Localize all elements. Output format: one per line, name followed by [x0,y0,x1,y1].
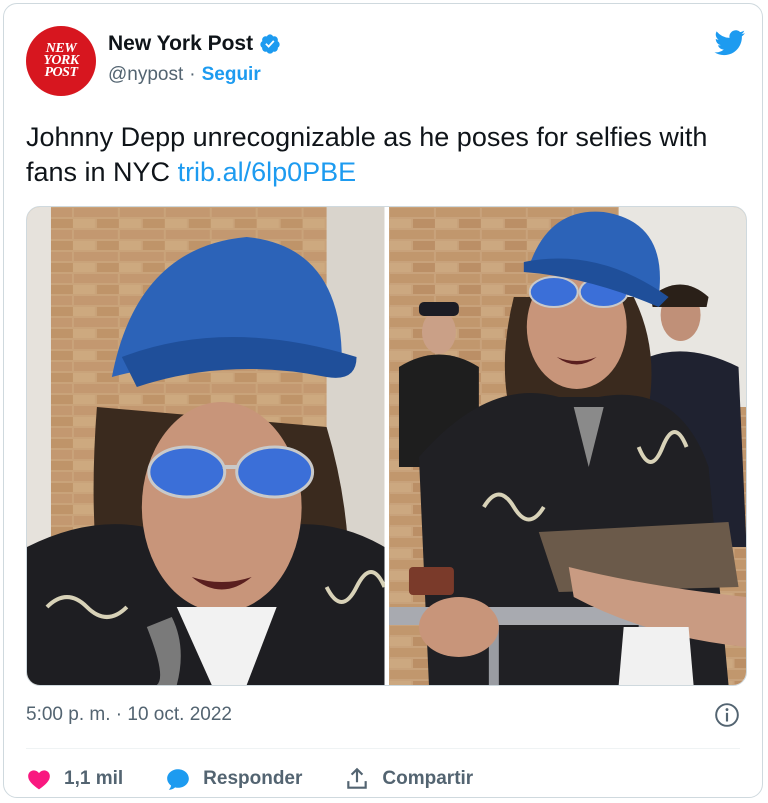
tweet-text: Johnny Depp unrecognizable as he poses f… [26,120,746,190]
reply-bubble-icon [167,769,189,790]
share-button[interactable]: Compartir [344,766,473,792]
share-label: Compartir [382,768,474,789]
divider [26,748,740,749]
tweet-body: Johnny Depp unrecognizable as he poses f… [26,122,708,187]
avatar-text-line: POST [44,65,79,80]
verified-badge-icon [260,34,280,54]
twitter-bird-icon[interactable] [714,30,746,56]
account-name-row: New York Post [108,32,281,56]
heart-icon [28,770,50,790]
media-grid [26,206,747,686]
photo-1[interactable] [27,207,385,685]
photo-2[interactable] [388,207,746,685]
tweet-card: NEW YORK POST New York Post @nypost · Se… [3,3,763,798]
avatar[interactable]: NEW YORK POST [26,26,96,96]
follow-button[interactable]: Seguir [202,64,261,86]
separator-dot: · [189,64,196,85]
handle-row: @nypost · Seguir [108,64,261,86]
like-count: 1,1 mil [64,768,124,789]
account-handle[interactable]: @nypost [108,64,183,86]
like-button[interactable]: 1,1 mil [26,766,123,792]
photo-2-image [388,207,746,685]
reply-button[interactable]: Responder [165,766,302,792]
action-bar: 1,1 mil Responder Compartir [26,764,473,794]
reply-label: Responder [203,768,303,789]
tweet-link[interactable]: trib.al/6lp0PBE [178,157,357,187]
account-name[interactable]: New York Post [108,32,253,56]
photo-1-image [27,207,385,685]
share-upload-icon [347,767,368,789]
tweet-header: NEW YORK POST New York Post @nypost · Se… [26,26,746,98]
tweet-timestamp[interactable]: 5:00 p. m. · 10 oct. 2022 [26,704,232,726]
info-icon[interactable] [714,702,740,728]
